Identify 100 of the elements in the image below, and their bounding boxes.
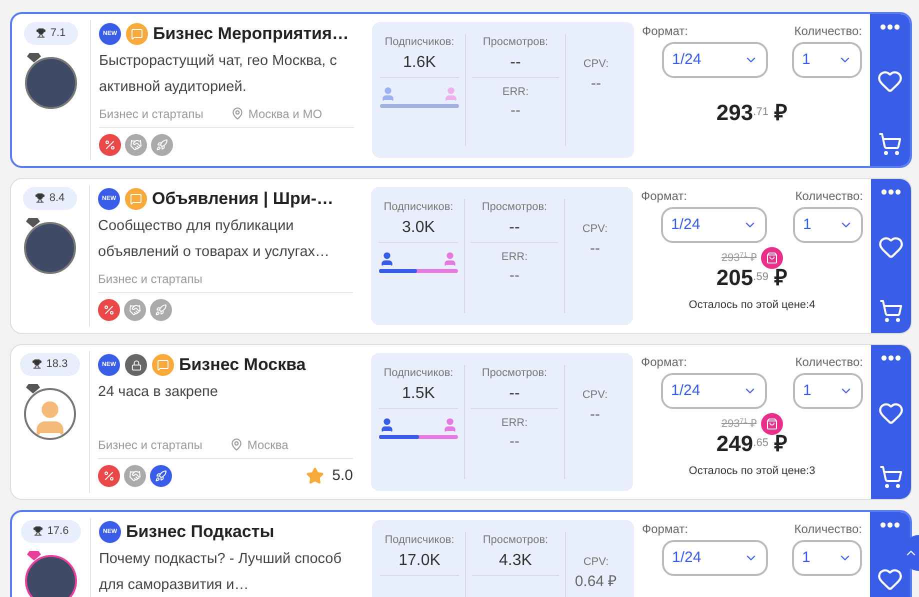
category-label: Бизнес и стартапы	[98, 436, 202, 454]
stat-label: Подписчиков:	[384, 533, 456, 548]
stat-value: --	[472, 50, 559, 78]
quantity-select[interactable]: 1	[792, 42, 862, 78]
format-select[interactable]: 1/24	[662, 42, 768, 78]
chat-icon	[125, 188, 147, 210]
location-label: Москва	[247, 436, 288, 454]
stat-label: CPV:	[581, 222, 609, 237]
stat-value: --	[508, 266, 520, 286]
format-label: Формат:	[642, 23, 688, 40]
format-select[interactable]: 1/24	[662, 540, 768, 576]
stat-label: ERR:	[500, 416, 529, 430]
more-icon	[880, 24, 900, 30]
stat-label: Просмотров:	[480, 200, 548, 215]
male-icon	[379, 416, 395, 432]
more-button[interactable]	[880, 522, 900, 528]
stat-label: ERR:	[501, 84, 530, 100]
rating-chip: 7.1	[24, 22, 78, 44]
channel-description: 24 часа в закрепе	[98, 383, 219, 402]
stat-label: ERR:	[500, 250, 529, 264]
stat-label: Просмотров:	[482, 35, 550, 50]
stat-value: 17.0K	[380, 548, 459, 576]
category-label: Бизнес и стартапы	[98, 270, 202, 288]
channel-description: Сообщество для публикации объявлений о товарах и услугах…	[98, 217, 331, 262]
format-label: Формат:	[641, 188, 687, 205]
stat-label: Просмотров:	[482, 533, 550, 548]
chat-icon	[152, 354, 174, 376]
stat-label: Подписчиков:	[382, 200, 454, 215]
stat-label: CPV:	[581, 388, 609, 403]
stat-value: --	[471, 382, 558, 408]
cart-icon	[878, 132, 902, 156]
heart-icon	[877, 68, 903, 94]
format-select[interactable]: 1/24	[661, 207, 767, 243]
favorite-button[interactable]	[877, 68, 903, 94]
stat-value: --	[508, 432, 520, 452]
more-icon	[881, 189, 901, 195]
add-to-cart-button[interactable]	[878, 132, 902, 156]
channel-title[interactable]: Бизнес Подкасты	[126, 519, 274, 545]
price: 205$^{.59}$ ₽	[716, 267, 788, 289]
more-button[interactable]	[880, 24, 900, 30]
female-icon	[442, 250, 458, 266]
female-icon	[442, 416, 458, 432]
stat-label: CPV:	[582, 555, 610, 570]
favorite-button[interactable]	[878, 234, 904, 260]
stat-label: Просмотров:	[480, 366, 548, 381]
lock-icon	[125, 354, 147, 376]
favorite-button[interactable]	[878, 400, 904, 426]
trophy-icon	[35, 193, 46, 204]
male-icon	[380, 86, 396, 102]
more-icon	[881, 355, 901, 361]
more-icon	[880, 522, 900, 528]
favorite-button[interactable]	[877, 566, 903, 592]
quantity-label: Количество:	[795, 354, 863, 371]
cart-icon	[879, 299, 903, 323]
more-button[interactable]	[881, 189, 901, 195]
cart-icon	[879, 465, 903, 489]
quantity-select[interactable]: 1	[793, 207, 863, 243]
remaining-note: Осталось по этой цене:3	[688, 464, 816, 479]
category-label: Бизнес и стартапы	[99, 106, 204, 122]
stat-label: Подписчиков:	[382, 366, 454, 381]
female-icon	[443, 86, 459, 102]
heart-icon	[877, 566, 903, 592]
quantity-label: Количество:	[794, 23, 862, 40]
channel-description: Быстрорастущий чат, гео Москва, с активной аудиторией.	[99, 52, 338, 97]
quantity-select[interactable]: 1	[792, 540, 862, 576]
trophy-icon	[33, 526, 44, 536]
add-to-cart-button[interactable]	[879, 465, 903, 489]
stat-label: CPV:	[582, 57, 610, 72]
rating-chip: 17.6	[21, 520, 81, 542]
quantity-label: Количество:	[794, 521, 862, 538]
channel-title[interactable]: Объявления | Шри-…	[152, 186, 334, 212]
location-label: Москва и МО	[248, 106, 322, 122]
stat-value: --	[510, 101, 522, 121]
add-to-cart-button[interactable]	[879, 299, 903, 323]
stat-label: Подписчиков:	[384, 35, 456, 50]
channel-title[interactable]: Бизнес Мероприятия…	[153, 21, 349, 47]
old-price: 293$^{71}$ ₽	[721, 416, 757, 432]
channel-description: Почему подкасты? - Лучший способ для саморазвития и…	[99, 550, 343, 595]
old-price: 293$^{71}$ ₽	[721, 250, 757, 266]
rating-chip: 18.3	[20, 353, 80, 376]
channel-title[interactable]: Бизнес Москва	[179, 352, 306, 378]
shopping-bag-icon	[760, 413, 783, 435]
heart-icon	[878, 400, 904, 426]
format-select[interactable]: 1/24	[661, 373, 767, 409]
stat-value: 3.0K	[379, 216, 458, 242]
quantity-label: Количество:	[795, 188, 863, 205]
stat-value: --	[589, 404, 601, 424]
stat-value: 1.5K	[379, 382, 458, 408]
shopping-bag-icon	[760, 247, 783, 269]
rating-chip: 8.4	[23, 187, 77, 210]
quantity-select[interactable]: 1	[793, 373, 863, 409]
rating-value: 5.0	[332, 466, 353, 486]
remaining-note: Осталось по этой цене:4	[688, 298, 816, 313]
stat-value: --	[589, 238, 601, 258]
stat-value: 0.64 ₽	[574, 572, 618, 592]
stat-value: 1.6K	[380, 50, 459, 78]
more-button[interactable]	[881, 355, 901, 361]
star-icon	[306, 467, 324, 486]
location-pin-icon	[230, 438, 244, 451]
male-icon	[379, 250, 395, 266]
